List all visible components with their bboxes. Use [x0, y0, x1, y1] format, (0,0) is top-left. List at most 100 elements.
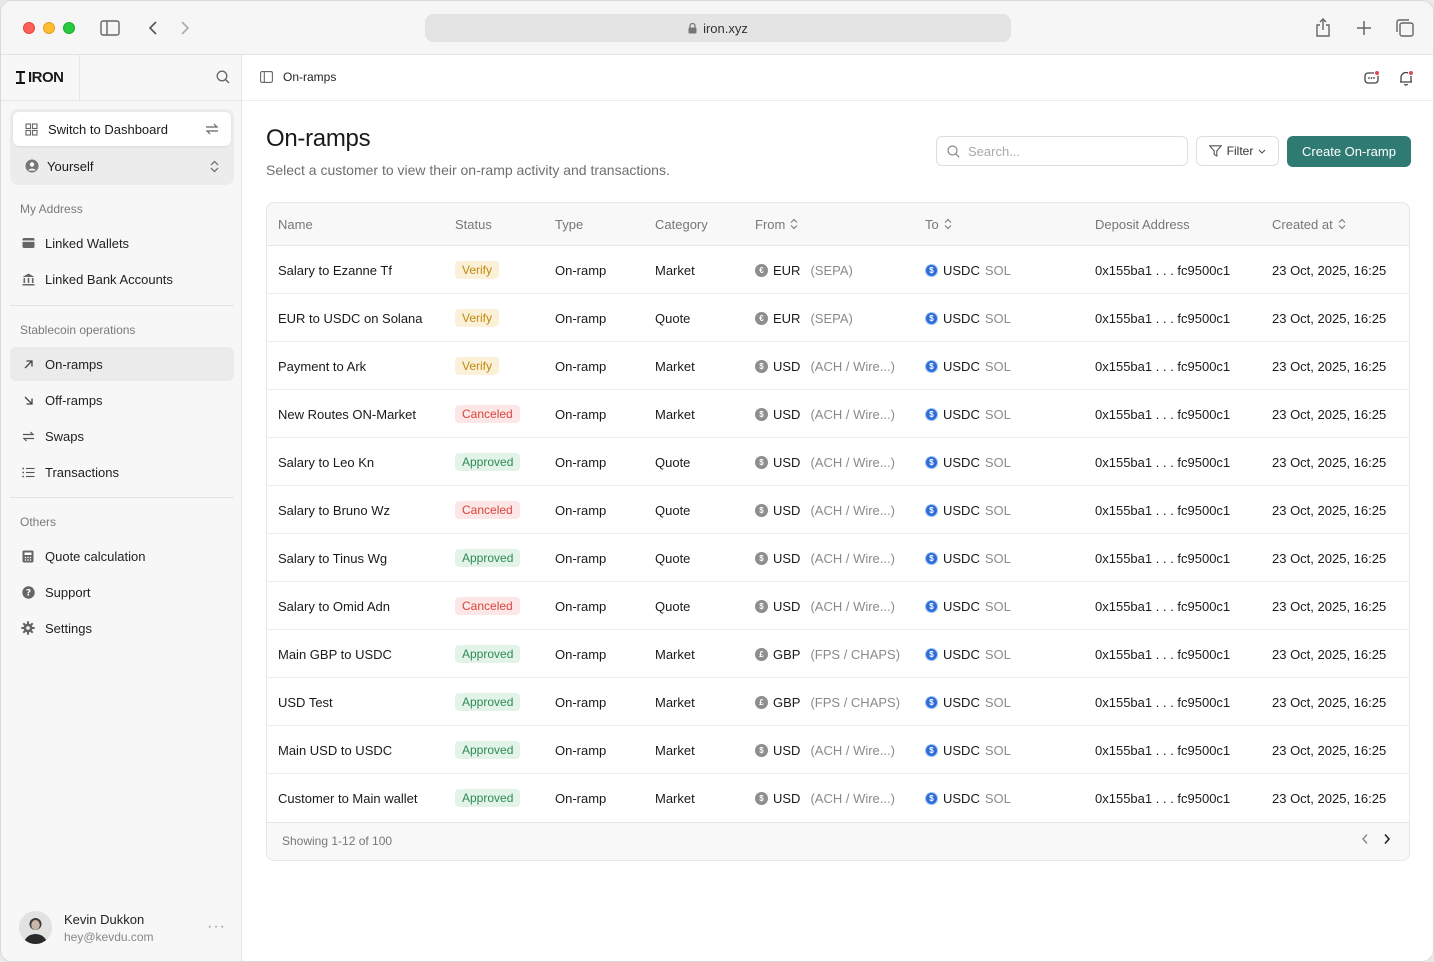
to-chain: SOL: [984, 262, 1011, 278]
from-currency: USD: [773, 790, 801, 806]
to-currency: USDC: [943, 406, 980, 422]
row-name: Customer to Main wallet: [278, 774, 417, 822]
sidebar-item-label: Support: [45, 584, 91, 600]
row-category: Market: [655, 390, 695, 438]
maximize-window-button[interactable]: [63, 22, 75, 34]
created-at-text: 23 Oct, 2025, 16:25: [1272, 790, 1387, 806]
user-profile[interactable]: Kevin Dukkon hey@kevdu.com ···: [19, 910, 233, 946]
table-row[interactable]: Main USD to USDC Approved On-ramp Market $ US…: [267, 726, 1409, 774]
created-at-text: 23 Oct, 2025, 16:25: [1272, 742, 1387, 758]
search-input[interactable]: Search...: [936, 136, 1188, 166]
sidebar-item-linked-wallets[interactable]: Linked Wallets: [10, 226, 234, 260]
sidebar-item-off-ramps[interactable]: Off-ramps: [10, 383, 234, 417]
swap-arrows-icon: [21, 429, 35, 443]
table-body: Salary to Ezanne Tf Verify On-ramp Market € E…: [267, 245, 1409, 823]
logo[interactable]: IRON: [15, 69, 64, 86]
to-currency: USDC: [943, 742, 980, 758]
filter-button[interactable]: Filter: [1196, 136, 1279, 166]
row-category: Market: [655, 726, 695, 774]
status-badge: Approved: [455, 549, 521, 567]
column-header-created-at[interactable]: Created at: [1272, 203, 1346, 245]
section-others: Others: [20, 515, 57, 529]
row-type-text: On-ramp: [555, 310, 607, 326]
sidebar-item-settings[interactable]: Settings: [10, 611, 234, 645]
usdc-coin-icon: $: [925, 599, 938, 613]
more-options-icon[interactable]: ···: [207, 918, 226, 936]
switch-to-dashboard-button[interactable]: Switch to Dashboard: [13, 112, 231, 146]
column-header-to[interactable]: To: [925, 203, 952, 245]
row-deposit-address: 0x155ba1 . . . fc9500c1: [1095, 534, 1230, 582]
chevron-left-icon[interactable]: [1361, 833, 1369, 845]
sidebar-item-transactions[interactable]: Transactions: [10, 455, 234, 489]
row-from: € EUR (SEPA): [755, 294, 853, 342]
panel-toggle-icon[interactable]: [260, 71, 273, 83]
address-bar[interactable]: iron.xyz: [425, 14, 1011, 42]
row-name-text: Customer to Main wallet: [278, 790, 418, 806]
deposit-address-text: 0x155ba1 . . . fc9500c1: [1095, 646, 1231, 662]
from-rail: (FPS / CHAPS): [810, 646, 901, 662]
minimize-window-button[interactable]: [43, 22, 55, 34]
close-window-button[interactable]: [23, 22, 35, 34]
usd-currency-icon: $: [755, 791, 768, 805]
sidebar-item-quote-calculation[interactable]: Quote calculation: [10, 539, 234, 573]
account-selector[interactable]: Yourself: [13, 149, 231, 183]
table-row[interactable]: EUR to USDC on Solana Verify On-ramp Quote €…: [267, 294, 1409, 342]
chat-icon[interactable]: [1363, 69, 1381, 87]
column-header-from[interactable]: From: [755, 203, 798, 245]
row-type-text: On-ramp: [555, 406, 607, 422]
chevron-right-icon[interactable]: [1383, 833, 1391, 845]
row-category-text: Quote: [655, 598, 691, 614]
sidebar-item-swaps[interactable]: Swaps: [10, 419, 234, 453]
create-on-ramp-button[interactable]: Create On-ramp: [1287, 136, 1411, 167]
row-type: On-ramp: [555, 534, 606, 582]
status-badge: Approved: [455, 693, 521, 711]
deposit-address-text: 0x155ba1 . . . fc9500c1: [1095, 790, 1231, 806]
row-type-text: On-ramp: [555, 358, 607, 374]
row-category: Quote: [655, 438, 690, 486]
deposit-address-text: 0x155ba1 . . . fc9500c1: [1095, 742, 1231, 758]
table-row[interactable]: Salary to Ezanne Tf Verify On-ramp Market € E…: [267, 246, 1409, 294]
to-chain: SOL: [984, 358, 1011, 374]
table-footer: Showing 1-12 of 100: [267, 821, 1409, 860]
gear-icon: [21, 621, 35, 635]
row-type: On-ramp: [555, 246, 606, 294]
created-at-text: 23 Oct, 2025, 16:25: [1272, 406, 1387, 422]
sort-icon: [944, 218, 952, 230]
table-row[interactable]: Customer to Main wallet Approved On-ramp Ma…: [267, 774, 1409, 822]
divider: [10, 305, 234, 306]
from-currency: USD: [773, 358, 801, 374]
search-icon[interactable]: [216, 70, 230, 89]
share-icon[interactable]: [1313, 18, 1333, 38]
table-row[interactable]: Salary to Omid Adn Canceled On-ramp Quote $ U…: [267, 582, 1409, 630]
table-row[interactable]: Salary to Leo Kn Approved On-ramp Quote $ USD…: [267, 438, 1409, 486]
table-row[interactable]: Salary to Tinus Wg Approved On-ramp Quote $ U…: [267, 534, 1409, 582]
deposit-address-text: 0x155ba1 . . . fc9500c1: [1095, 550, 1231, 566]
from-rail: (SEPA): [810, 262, 853, 278]
table-row[interactable]: USD Test Approved On-ramp Market £ GBP (FPS / …: [267, 678, 1409, 726]
row-name-text: Main GBP to USDC: [278, 646, 392, 662]
filter-label: Filter: [1226, 144, 1254, 158]
from-currency: EUR: [773, 310, 801, 326]
back-icon[interactable]: [143, 18, 163, 38]
from-currency: USD: [773, 742, 801, 758]
sidebar-item-on-ramps[interactable]: On-ramps: [10, 347, 234, 381]
column-header-type: Type: [555, 216, 584, 232]
row-created-at: 23 Oct, 2025, 16:25: [1272, 774, 1386, 822]
new-tab-icon[interactable]: [1354, 18, 1374, 38]
forward-icon[interactable]: [175, 18, 195, 38]
user-email: hey@kevdu.com: [64, 930, 154, 944]
table-row[interactable]: Main GBP to USDC Approved On-ramp Market £ GB…: [267, 630, 1409, 678]
row-created-at: 23 Oct, 2025, 16:25: [1272, 486, 1386, 534]
svg-text:?: ?: [25, 588, 30, 598]
tab-overview-icon[interactable]: [1395, 18, 1415, 38]
sidebar-item-support[interactable]: ? Support: [10, 575, 234, 609]
row-name: Salary to Bruno Wz: [278, 486, 390, 534]
bell-icon[interactable]: [1397, 69, 1415, 87]
table-row[interactable]: New Routes ON-Market Canceled On-ramp Marke…: [267, 390, 1409, 438]
sidebar-toggle-icon[interactable]: [100, 18, 120, 38]
row-type-text: On-ramp: [555, 790, 607, 806]
sidebar-item-linked-bank-accounts[interactable]: Linked Bank Accounts: [10, 262, 234, 296]
table-row[interactable]: Payment to Ark Verify On-ramp Market $ USD (AC…: [267, 342, 1409, 390]
table-row[interactable]: Salary to Bruno Wz Canceled On-ramp Quote $ U…: [267, 486, 1409, 534]
column-header-status: Status: [455, 216, 492, 232]
